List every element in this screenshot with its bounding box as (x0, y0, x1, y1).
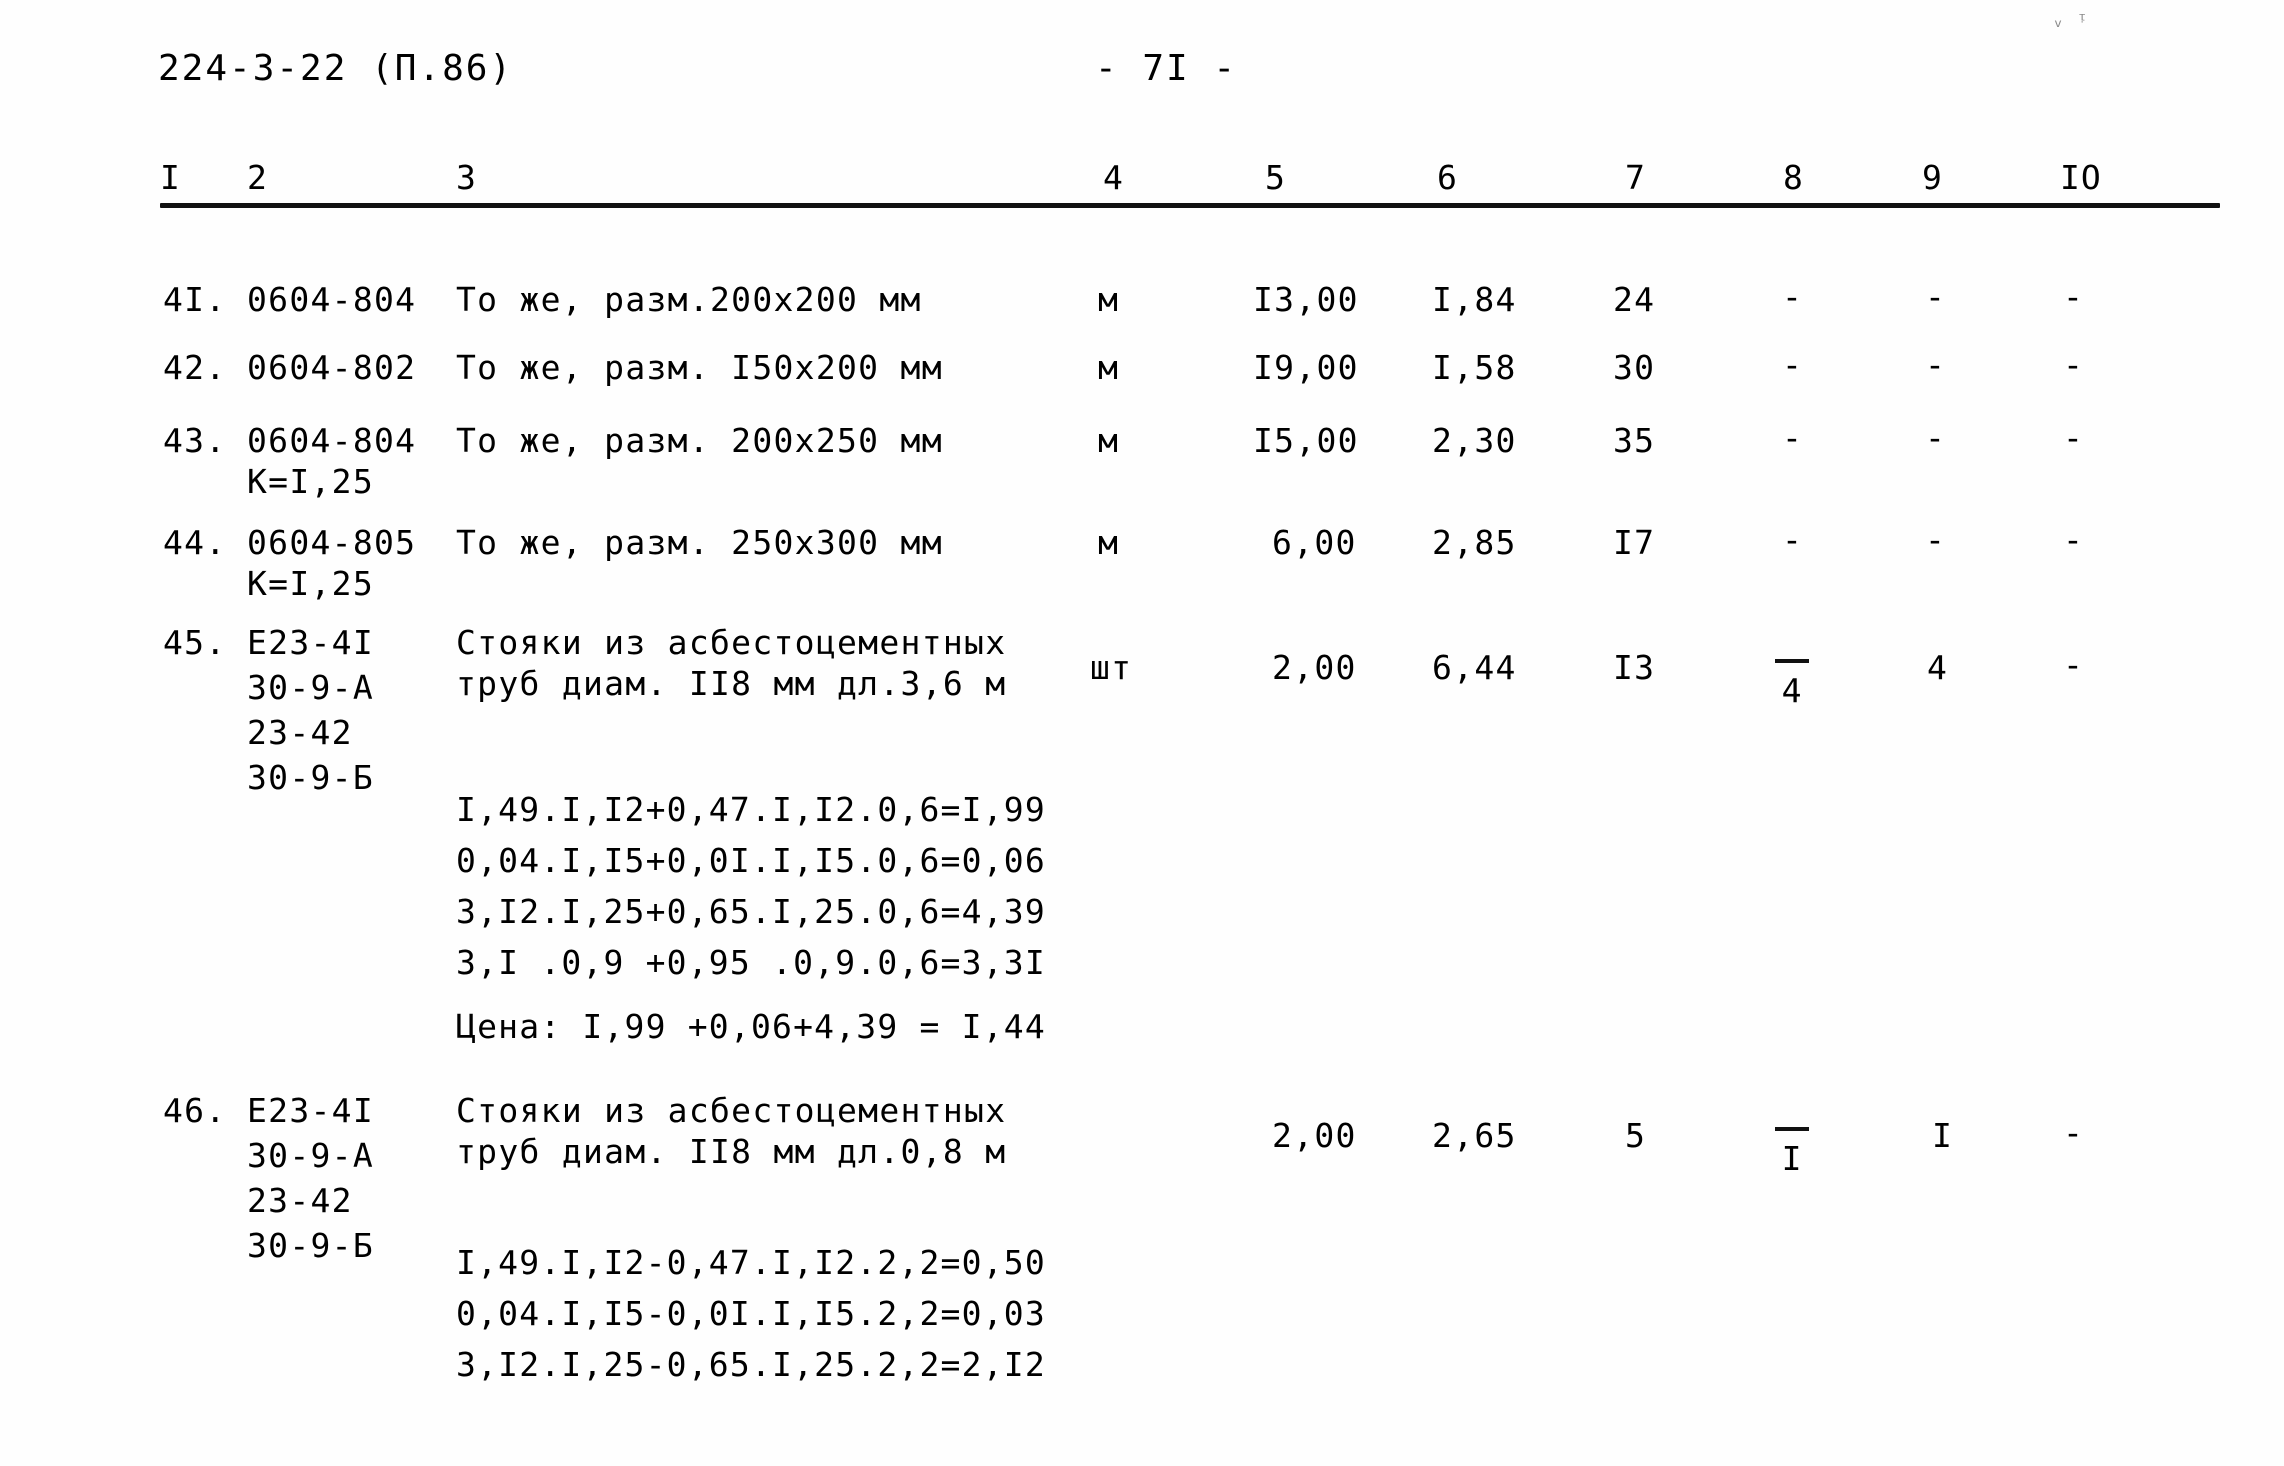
table-row-44-col7: I7 (1613, 523, 1656, 562)
table-row-42-col5: I9,00 (1253, 348, 1359, 387)
column-header-7: 7 (1625, 158, 1646, 197)
calculation-block-45-price: Цена: I,99 +0,06+4,39 = I,44 (456, 1007, 1046, 1046)
table-row-44-code: 0604-805 (247, 523, 417, 562)
table-row-43-col9: - (1925, 418, 1945, 457)
table-row-46-number: 46. (163, 1091, 227, 1130)
table-row-45-code-block: Е23-4I 30-9-А 23-42 30-9-Б (247, 623, 375, 797)
column-header-8: 8 (1783, 158, 1804, 197)
calculation-block-45-line1: I,49.I,I2+0,47.I,I2.0,6=I,99 (456, 790, 1046, 829)
table-row-44-col9: - (1925, 520, 1945, 559)
table-row-42-col7: 30 (1613, 348, 1656, 387)
calculation-block-46-line3: 3,I2.I,25-0,65.I,25.2,2=2,I2 (456, 1345, 1046, 1384)
table-row-42-unit: м (1098, 348, 1120, 387)
table-row-46-desc-line1: Стояки из асбестоцементных (456, 1091, 1007, 1130)
table-row-43-desc: То же, разм. 200х250 мм (456, 421, 943, 460)
column-header-10: IO (2060, 158, 2102, 197)
table-row-46-col6: 2,65 (1432, 1116, 1517, 1155)
table-row-44-col6: 2,85 (1432, 523, 1517, 562)
table-row-41-col7: 24 (1613, 280, 1656, 319)
table-row-43-coefficient: К=I,25 (247, 462, 375, 501)
table-row-41-number: 4I. (163, 280, 227, 319)
table-row-41-col10: - (2063, 277, 2083, 316)
document-code: 224-3-22 (П.86) (158, 48, 514, 89)
table-row-45-desc-line2: труб диам. II8 мм дл.3,6 м (456, 664, 1007, 703)
table-row-43-number: 43. (163, 421, 227, 460)
table-row-45-unit: шт (1090, 648, 1133, 687)
table-row-45-desc-line1: Стояки из асбестоцементных (456, 623, 1007, 662)
table-row-44-desc: То же, разм. 250х300 мм (456, 523, 943, 562)
calculation-block-46-line2: 0,04.I,I5-0,0I.I,I5.2,2=0,03 (456, 1294, 1046, 1333)
scan-corner-mark: ᵥ ᵎ (2052, 8, 2089, 32)
calculation-block-45-line2: 0,04.I,I5+0,0I.I,I5.0,6=0,06 (456, 841, 1046, 880)
table-row-44-unit: м (1098, 523, 1120, 562)
table-row-42-col6: I,58 (1432, 348, 1517, 387)
column-header-6: 6 (1437, 158, 1458, 197)
fraction-denominator: I (1781, 1139, 1803, 1178)
table-row-45-col5: 2,00 (1272, 648, 1357, 687)
table-row-44-col8: - (1782, 520, 1802, 559)
table-row-43-col10: - (2063, 418, 2083, 457)
fraction-bar (1775, 659, 1809, 663)
table-row-41-unit: м (1098, 280, 1120, 319)
calculation-block-45-line3: 3,I2.I,25+0,65.I,25.0,6=4,39 (456, 892, 1046, 931)
column-header-5: 5 (1265, 158, 1286, 197)
table-row-44-col5: 6,00 (1272, 523, 1357, 562)
table-row-42-number: 42. (163, 348, 227, 387)
table-row-43-unit: м (1098, 421, 1120, 460)
table-row-43-code: 0604-804 (247, 421, 417, 460)
column-header-9: 9 (1922, 158, 1943, 197)
table-row-42-col8: - (1782, 345, 1802, 384)
table-row-42-col9: - (1925, 345, 1945, 384)
table-row-41-desc: То же, разм.200х200 мм (456, 280, 922, 319)
table-row-42-col10: - (2063, 345, 2083, 384)
table-row-45-col10: - (2063, 645, 2083, 684)
table-row-41-col8: - (1782, 277, 1802, 316)
calculation-block-46-line1: I,49.I,I2-0,47.I,I2.2,2=0,50 (456, 1243, 1046, 1282)
calculation-block-45-line4: 3,I .0,9 +0,95 .0,9.0,6=3,3I (456, 943, 1046, 982)
table-row-46-col7: 5 (1625, 1116, 1647, 1155)
table-row-46-code-block: Е23-4I 30-9-А 23-42 30-9-Б (247, 1091, 375, 1265)
table-row-45-number: 45. (163, 623, 227, 662)
table-row-45-col9: 4 (1927, 648, 1949, 687)
table-row-41-col6: I,84 (1432, 280, 1517, 319)
table-row-46-col8-fraction: I (1757, 1113, 1827, 1179)
table-row-44-coefficient: К=I,25 (247, 564, 375, 603)
fraction-bar (1775, 1127, 1809, 1131)
table-row-43-col8: - (1782, 418, 1802, 457)
column-header-3: 3 (456, 158, 477, 197)
column-header-2: 2 (247, 158, 268, 197)
table-row-46-col10: - (2063, 1113, 2083, 1152)
table-row-44-number: 44. (163, 523, 227, 562)
table-row-45-col7: I3 (1613, 648, 1656, 687)
column-header-4: 4 (1103, 158, 1124, 197)
table-row-42-code: 0604-802 (247, 348, 417, 387)
column-header-1: I (160, 158, 181, 197)
table-row-45-col6: 6,44 (1432, 648, 1517, 687)
table-row-43-col5: I5,00 (1253, 421, 1359, 460)
table-row-44-col10: - (2063, 520, 2083, 559)
table-row-41-col5: I3,00 (1253, 280, 1359, 319)
table-row-42-desc: То же, разм. I50х200 мм (456, 348, 943, 387)
table-row-46-col5: 2,00 (1272, 1116, 1357, 1155)
fraction-denominator: 4 (1781, 671, 1803, 710)
table-row-46-col9: I (1932, 1116, 1954, 1155)
page-number: - 7I - (1095, 48, 1238, 89)
table-row-43-col6: 2,30 (1432, 421, 1517, 460)
table-row-43-col7: 35 (1613, 421, 1656, 460)
table-row-41-col9: - (1925, 277, 1945, 316)
table-row-46-desc-line2: труб диам. II8 мм дл.0,8 м (456, 1132, 1007, 1171)
document-page: ᵥ ᵎ 224-3-22 (П.86) - 7I - I 2 3 4 5 6 7… (0, 0, 2284, 1466)
table-row-41-code: 0604-804 (247, 280, 417, 319)
header-rule (160, 203, 2220, 208)
table-row-45-col8-fraction: 4 (1757, 645, 1827, 711)
